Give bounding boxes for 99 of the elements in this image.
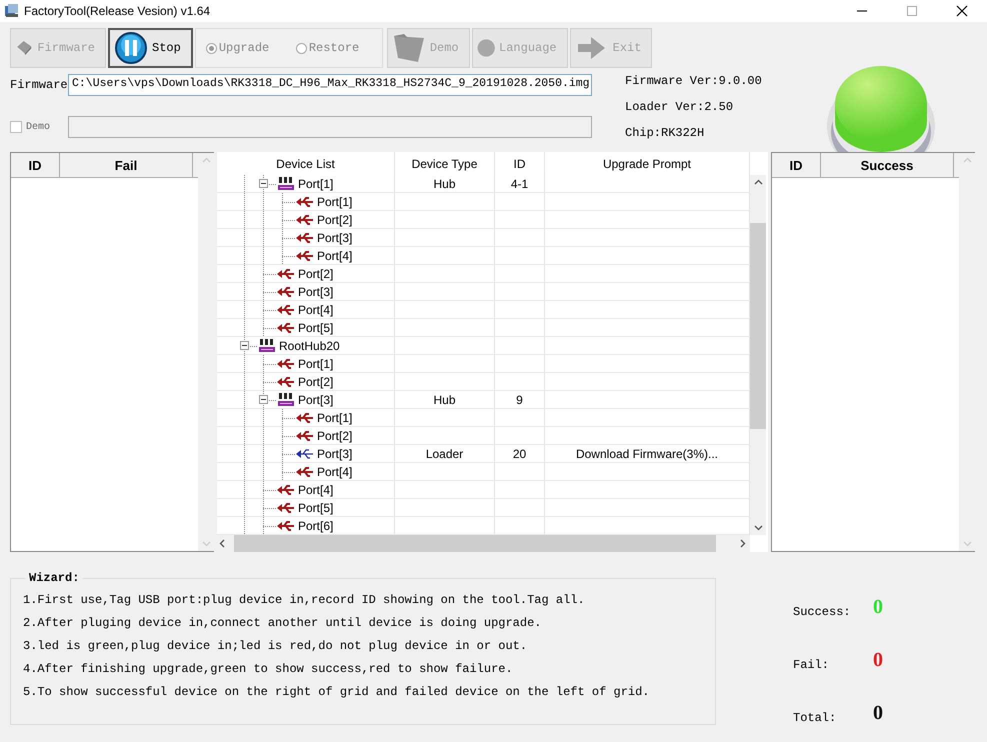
tree-item[interactable]: Port[3] — [298, 284, 334, 298]
stop-button[interactable]: Stop — [108, 28, 193, 68]
usb-icon — [277, 484, 295, 496]
collapse-icon[interactable] — [259, 395, 268, 404]
usb-icon — [277, 502, 295, 514]
column-header[interactable]: Device List — [217, 152, 395, 175]
column-header[interactable]: Fail — [60, 153, 193, 177]
hub-icon — [277, 176, 295, 190]
stat-value: 0 — [873, 649, 884, 672]
demo-checkbox[interactable]: Demo — [10, 121, 68, 133]
tree-lines-drawing — [243, 228, 296, 246]
wizard-step: 1.First use,Tag USB port:plug device in,record ID showing on the tool.Tag all. — [23, 593, 715, 607]
collapse-icon[interactable] — [240, 341, 249, 350]
column-header[interactable]: ID — [495, 152, 545, 175]
app-icon — [4, 3, 20, 19]
tree-item[interactable]: Port[3] — [317, 446, 352, 460]
tree-lines-drawing — [243, 426, 296, 444]
tree-lines-drawing — [243, 282, 277, 300]
tree-lines-drawing — [243, 498, 277, 516]
tree-item[interactable]: Port[1] — [298, 176, 334, 190]
tree-item[interactable]: Port[2] — [298, 374, 334, 388]
stat-value: 0 — [873, 702, 884, 725]
scroll-thumb[interactable] — [750, 223, 766, 429]
tree-item[interactable]: Port[3] — [298, 392, 334, 406]
device-type: Loader — [426, 446, 464, 460]
tree-item[interactable]: Port[1] — [298, 356, 334, 370]
usb-icon — [277, 376, 295, 388]
window-title: FactoryTool(Release Vesion) v1.64 — [24, 4, 212, 18]
usb-icon — [296, 412, 314, 424]
folder-icon — [392, 32, 426, 64]
info-text: Firmware Ver:9.0.00 — [625, 74, 763, 90]
usb-icon — [296, 214, 314, 226]
column-header[interactable]: ID — [772, 153, 821, 177]
device-id: 20 — [512, 446, 526, 460]
hub-icon — [258, 338, 276, 352]
tree-item[interactable]: Port[4] — [317, 248, 352, 262]
scroll-down-icon[interactable] — [754, 525, 762, 531]
stat-value: 0 — [873, 596, 884, 619]
wizard-step: 5.To show successful device on the right of grid and failed device on the left of grid. — [23, 685, 715, 699]
wizard-title: Wizard: — [28, 571, 80, 585]
usb-icon — [296, 250, 314, 262]
tree-item[interactable]: Port[2] — [317, 212, 352, 226]
tree-item[interactable]: Port[2] — [317, 428, 352, 442]
tree-lines-drawing — [243, 444, 296, 462]
stat-label: Total: — [793, 711, 838, 725]
usb-icon — [277, 322, 295, 334]
wizard-step: 3.led is green,plug device in;led is red,do not plug device in or out. — [23, 639, 715, 653]
vertical-scrollbar[interactable] — [750, 175, 766, 535]
tree-item[interactable]: Port[1] — [317, 194, 352, 208]
usb-icon — [296, 232, 314, 244]
column-header[interactable]: Device Type — [395, 152, 495, 175]
column-header[interactable]: ID — [11, 153, 60, 177]
hub-icon — [277, 392, 295, 406]
info-text: Loader Ver:2.50 — [625, 100, 734, 116]
firmware-path-field[interactable]: C:\Users\vps\Downloads\RK3318_DC_H96_Max_RK3318_HS2734C_9_20191028.2050.img — [68, 74, 592, 96]
usb-icon — [277, 358, 295, 370]
stat-label: Success: — [793, 605, 852, 619]
usb-icon — [277, 286, 295, 298]
usb-icon — [277, 268, 295, 280]
usb-icon — [277, 520, 295, 532]
usb-icon — [296, 466, 314, 478]
tree-item[interactable]: Port[5] — [298, 320, 334, 334]
scroll-right-icon[interactable] — [740, 539, 746, 548]
scroll-up-icon[interactable] — [754, 179, 762, 185]
demo-field[interactable] — [68, 116, 592, 138]
tree-item[interactable]: Port[4] — [298, 302, 334, 316]
tree-lines-drawing — [243, 372, 277, 390]
usb-icon — [296, 448, 314, 460]
device-id: 4-1 — [510, 176, 528, 190]
device-type: Hub — [433, 392, 456, 406]
tree-lines-drawing — [243, 516, 277, 534]
upgrade-prompt: Download Firmware(3%)... — [576, 446, 718, 460]
firmware-label: Firmware — [10, 78, 68, 92]
device-type: Hub — [433, 176, 456, 190]
maximize-icon[interactable] — [906, 5, 918, 17]
wizard-step: 4.After finishing upgrade,green to show success,red to show failure. — [23, 662, 715, 676]
column-header[interactable]: Success — [821, 153, 954, 177]
info-text: Chip:RK322H — [625, 126, 706, 142]
stat-label: Fail: — [793, 658, 830, 672]
tree-item[interactable]: Port[3] — [317, 230, 352, 244]
tree-item[interactable]: Port[4] — [317, 464, 352, 478]
tree-item[interactable]: Port[1] — [317, 410, 352, 424]
pause-icon — [114, 32, 148, 64]
scroll-left-icon[interactable] — [219, 539, 225, 548]
collapse-icon[interactable] — [259, 179, 268, 188]
tree-item[interactable]: RootHub20 — [279, 338, 340, 352]
usb-icon — [277, 304, 295, 316]
tree-item[interactable]: Port[6] — [298, 518, 334, 532]
device-id: 9 — [516, 392, 523, 406]
tree-item[interactable]: Port[4] — [298, 482, 334, 496]
tree-item[interactable]: Port[2] — [298, 266, 334, 280]
tree-lines-drawing — [243, 210, 296, 228]
close-icon[interactable] — [956, 5, 968, 17]
usb-icon — [296, 430, 314, 442]
column-header[interactable]: Upgrade Prompt — [545, 152, 750, 175]
tree-item[interactable]: Port[5] — [298, 500, 334, 514]
tree-lines-drawing — [243, 300, 277, 318]
usb-icon — [296, 196, 314, 208]
wizard-step: 2.After pluging device in,connect another until device is doing upgrade. — [23, 616, 715, 630]
